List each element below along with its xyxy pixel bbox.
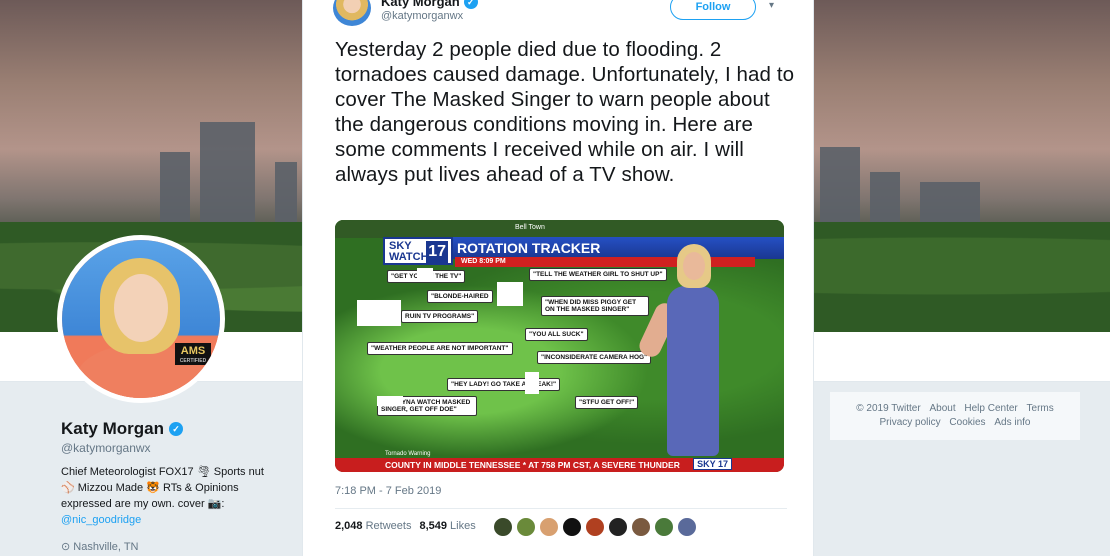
- verified-icon: ✓: [168, 422, 183, 436]
- comment-bubble: "HEY LADY! GO TAKE A BREAK!": [447, 378, 561, 391]
- location-pin-icon: ⊙: [61, 541, 71, 553]
- liker-avatar[interactable]: [562, 517, 582, 537]
- footer-links: © 2019 Twitter About Help Center Terms P…: [838, 402, 1072, 430]
- liker-avatars: [493, 517, 697, 537]
- redaction-box: [357, 300, 401, 326]
- liker-avatar[interactable]: [493, 517, 513, 537]
- liker-avatar[interactable]: [631, 517, 651, 537]
- tweet-author-handle[interactable]: @katymorganwx: [381, 10, 463, 22]
- follow-button[interactable]: Follow: [670, 0, 756, 20]
- liker-avatar[interactable]: [608, 517, 628, 537]
- comment-bubble: "INCONSIDERATE CAMERA HOG": [537, 351, 652, 364]
- tv-ticker-logo: SKY 17: [693, 458, 732, 470]
- footer-copyright: © 2019 Twitter: [856, 403, 921, 414]
- divider: [335, 508, 787, 509]
- chevron-down-icon[interactable]: ▾: [769, 0, 774, 11]
- comment-bubble: "WEATHER PEOPLE ARE NOT IMPORTANT": [367, 342, 513, 355]
- tv-map-label: Bell Town: [515, 224, 545, 231]
- avatar-face: [114, 274, 168, 342]
- comment-bubble: "YOU ALL SUCK": [525, 328, 588, 341]
- comment-bubble: "BLONDE-HAIRED: [427, 290, 493, 303]
- retweets-count[interactable]: 2,048: [335, 520, 363, 532]
- likes-count[interactable]: 8,549: [419, 520, 447, 532]
- bio-line: expressed are my own. cover 📷:: [61, 498, 225, 510]
- liker-avatar[interactable]: [539, 517, 559, 537]
- redaction-box: [377, 396, 403, 406]
- redaction-box: [417, 268, 433, 282]
- retweets-stat[interactable]: 2,048 Retweets: [335, 520, 411, 532]
- tweet-media-image[interactable]: Bell Town ROTATION TRACKER SKY WATCH 17 W…: [335, 220, 784, 472]
- profile-location: ⊙ Nashville, TN: [61, 540, 139, 553]
- footer-link-help[interactable]: Help Center: [964, 403, 1017, 414]
- comment-bubble: RUIN TV PROGRAMS": [401, 310, 479, 323]
- liker-avatar[interactable]: [585, 517, 605, 537]
- comment-bubble: "TELL THE WEATHER GIRL TO SHUT UP": [529, 268, 667, 281]
- bio-line: ⚾ Mizzou Made 🐯 RTs & Opinions: [61, 482, 239, 494]
- liker-avatar[interactable]: [677, 517, 697, 537]
- footer-link-terms[interactable]: Terms: [1027, 403, 1054, 414]
- retweets-label[interactable]: Retweets: [366, 520, 412, 532]
- liker-avatar[interactable]: [654, 517, 674, 537]
- sky-logo-number: 17: [426, 241, 448, 263]
- sky-watch-logo: SKY WATCH 17: [383, 237, 453, 265]
- meteorologist-figure: [636, 242, 721, 472]
- profile-avatar[interactable]: AMS CERTIFIED: [57, 235, 225, 403]
- profile-bio: Chief Meteorologist FOX17 🌪 Sports nut ⚾…: [61, 464, 291, 528]
- figure-face: [683, 252, 705, 280]
- redaction-box: [525, 372, 539, 394]
- likes-label[interactable]: Likes: [450, 520, 476, 532]
- tweet-author-name-text[interactable]: Katy Morgan: [381, 0, 460, 9]
- comment-bubble: "STFU GET OFF!": [575, 396, 639, 409]
- profile-name[interactable]: Katy Morgan ✓: [61, 419, 183, 439]
- tweet-stats: 2,048 Retweets 8,549 Likes: [335, 520, 476, 532]
- likes-stat[interactable]: 8,549 Likes: [419, 520, 475, 532]
- tv-warning-label: Tornado Warning: [385, 451, 431, 457]
- tweet-author-avatar[interactable]: [333, 0, 371, 26]
- ams-badge-text: AMS: [180, 345, 206, 357]
- bio-mention-link[interactable]: @nic_goodridge: [61, 512, 291, 528]
- tv-map-top: Bell Town: [335, 220, 784, 238]
- verified-icon: ✓: [463, 0, 478, 9]
- location-text: Nashville, TN: [73, 541, 139, 553]
- redaction-box: [497, 282, 523, 306]
- figure-dress: [667, 286, 719, 456]
- tweet-timestamp[interactable]: 7:18 PM - 7 Feb 2019: [335, 485, 441, 497]
- sky-logo-text: SKY WATCH: [389, 240, 429, 263]
- footer-link-ads[interactable]: Ads info: [994, 417, 1030, 428]
- profile-name-text[interactable]: Katy Morgan: [61, 419, 164, 439]
- ams-badge: AMS CERTIFIED: [175, 343, 211, 365]
- footer-link-privacy[interactable]: Privacy policy: [880, 417, 941, 428]
- liker-avatar[interactable]: [516, 517, 536, 537]
- tweet-card: Katy Morgan ✓ @katymorganwx Follow ▾ Yes…: [302, 0, 814, 556]
- profile-handle[interactable]: @katymorganwx: [61, 441, 151, 455]
- tweet-author-name[interactable]: Katy Morgan ✓: [381, 0, 478, 9]
- comment-bubble: "WHEN DID MISS PIGGY GET ON THE MASKED S…: [541, 296, 649, 316]
- footer-link-cookies[interactable]: Cookies: [949, 417, 985, 428]
- footer-link-about[interactable]: About: [929, 403, 955, 414]
- ams-badge-subtext: CERTIFIED: [179, 358, 207, 364]
- tweet-text: Yesterday 2 people died due to flooding.…: [335, 38, 795, 186]
- bio-line: Chief Meteorologist FOX17 🌪 Sports nut: [61, 466, 264, 478]
